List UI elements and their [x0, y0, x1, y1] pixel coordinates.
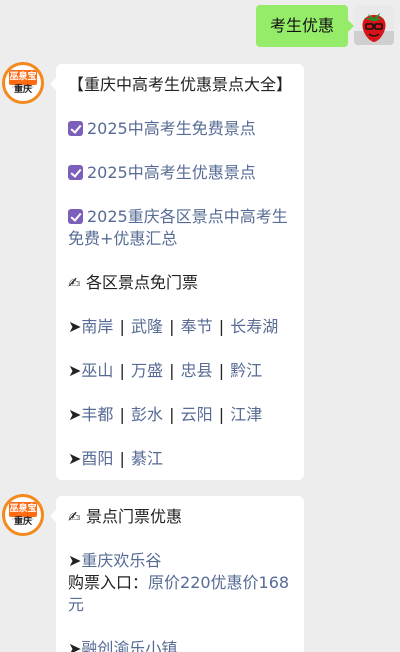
ticket-item: ➤重庆欢乐谷 购票入口：原价220优惠价168元: [68, 550, 292, 616]
arrow-icon: ➤: [68, 405, 82, 424]
writing-hand-icon: ✍: [68, 274, 81, 292]
district-link-jiangjin[interactable]: 江津: [230, 405, 262, 424]
separator: |: [119, 361, 125, 380]
logo-city: 重庆: [13, 85, 32, 95]
logo-text: 巫泉宝: [9, 502, 37, 517]
strawberry-avatar-icon: [354, 5, 394, 45]
writing-hand-icon: ✍: [68, 508, 81, 526]
official-account-avatar[interactable]: 巫泉宝 ksxuchen.com 重庆: [2, 62, 44, 104]
user-avatar[interactable]: [354, 5, 394, 45]
district-link-fengdu[interactable]: 丰都: [81, 405, 113, 424]
district-link-qianjiang[interactable]: 黔江: [230, 361, 262, 380]
sunac-town-link[interactable]: 融创渝乐小镇: [81, 639, 177, 652]
separator: |: [218, 361, 225, 380]
outgoing-message-row: 考生优惠: [0, 5, 400, 49]
district-link-fengjie[interactable]: 奉节: [181, 317, 213, 336]
ticket-entry-row: 购票入口：原价220优惠价168元: [68, 572, 292, 616]
separator: |: [218, 317, 225, 336]
arrow-icon: ➤: [68, 449, 82, 468]
district-row: ➤丰都 | 彭水 | 云阳 | 江津: [68, 404, 292, 426]
district-row: ➤巫山 | 万盛 | 忠县 | 黔江: [68, 360, 292, 382]
section-title: 各区景点免门票: [86, 273, 199, 292]
separator: |: [119, 317, 125, 336]
section-title: 景点门票优惠: [86, 507, 183, 526]
check-mark-icon: [68, 165, 83, 180]
district-link-youyang[interactable]: 酉阳: [81, 449, 113, 468]
arrow-icon: ➤: [68, 639, 82, 652]
district-link-wulong[interactable]: 武隆: [131, 317, 163, 336]
separator: |: [169, 405, 175, 424]
section-heading: ✍ 景点门票优惠: [68, 506, 292, 528]
separator: |: [169, 361, 175, 380]
district-link-qijiang[interactable]: 綦江: [131, 449, 163, 468]
district-row: ➤酉阳 | 綦江: [68, 448, 292, 470]
section-heading: ✍ 各区景点免门票: [68, 272, 292, 294]
separator: |: [119, 449, 125, 468]
district-summary-link[interactable]: 2025重庆各区景点中高考生免费+优惠汇总: [68, 207, 288, 248]
check-mark-icon: [68, 209, 83, 224]
district-link-wansheng[interactable]: 万盛: [131, 361, 163, 380]
ticket-item: ➤融创渝乐小镇: [68, 638, 292, 652]
discount-spots-link[interactable]: 2025中高考生优惠景点: [87, 163, 256, 182]
district-link-changshouhu[interactable]: 长寿湖: [230, 317, 278, 336]
free-spots-link[interactable]: 2025中高考生免费景点: [87, 119, 256, 138]
check-link-row: 2025重庆各区景点中高考生免费+优惠汇总: [68, 206, 292, 250]
check-link-row: 2025中高考生免费景点: [68, 118, 292, 140]
district-link-zhongxian[interactable]: 忠县: [181, 361, 213, 380]
district-row: ➤南岸 | 武隆 | 奉节 | 长寿湖: [68, 316, 292, 338]
logo-text: 巫泉宝: [9, 70, 37, 85]
district-link-wushan[interactable]: 巫山: [81, 361, 113, 380]
district-link-pengshui[interactable]: 彭水: [131, 405, 163, 424]
official-account-avatar[interactable]: 巫泉宝 ksxuchen.com 重庆: [2, 494, 44, 536]
check-mark-icon: [68, 121, 83, 136]
separator: |: [119, 405, 125, 424]
arrow-icon: ➤: [68, 551, 82, 570]
happy-valley-link[interactable]: 重庆欢乐谷: [81, 551, 161, 570]
separator: |: [218, 405, 225, 424]
card-title: 【重庆中高考生优惠景点大全】: [68, 75, 293, 94]
arrow-icon: ➤: [68, 317, 82, 336]
arrow-icon: ➤: [68, 361, 82, 380]
message-card-ticket-discounts: ✍ 景点门票优惠 ➤重庆欢乐谷 购票入口：原价220优惠价168元 ➤融创渝乐小镇: [50, 496, 304, 652]
message-card-scenic-spots: 【重庆中高考生优惠景点大全】 2025中高考生免费景点 2025中高考生优惠景点…: [50, 64, 304, 480]
outgoing-message-bubble[interactable]: 考生优惠: [255, 5, 355, 47]
district-link-yunyang[interactable]: 云阳: [181, 405, 213, 424]
check-link-row: 2025中高考生优惠景点: [68, 162, 292, 184]
ticket-entry-label: 购票入口：: [68, 573, 149, 592]
ticket-item-name-row: ➤重庆欢乐谷: [68, 550, 292, 572]
district-link-nanan[interactable]: 南岸: [81, 317, 113, 336]
logo-city: 重庆: [13, 517, 32, 527]
separator: |: [169, 317, 175, 336]
